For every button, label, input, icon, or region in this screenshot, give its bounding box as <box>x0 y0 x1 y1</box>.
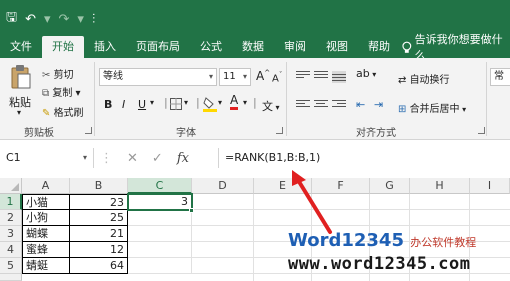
watermark-brand: Word12345 办公软件教程 <box>288 230 477 251</box>
watermark-url: www.word12345.com <box>288 254 471 274</box>
